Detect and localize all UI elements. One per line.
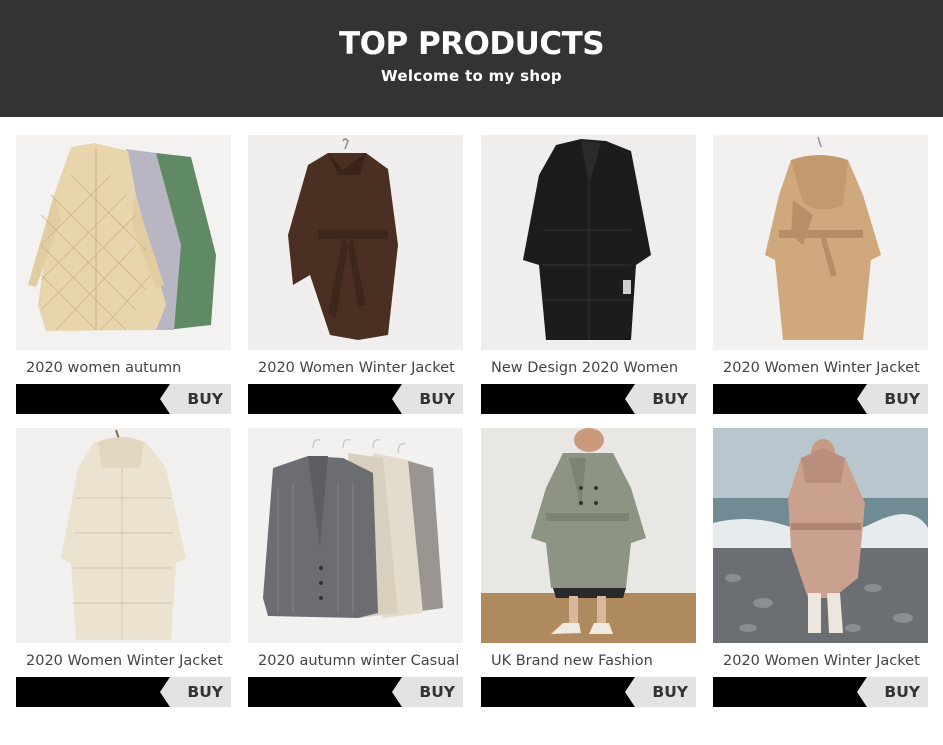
shop-header: TOP PRODUCTS Welcome to my shop [0, 0, 943, 117]
product-name[interactable]: 2020 autumn winter Casual [258, 652, 463, 670]
quilted-coats-image [16, 135, 231, 350]
buy-button[interactable]: BUY [248, 677, 463, 707]
product-card: 2020 Women Winter Jacket BUY [713, 135, 928, 414]
cream-puffer-image [16, 428, 231, 643]
product-image[interactable] [713, 135, 928, 350]
buy-label: BUY [419, 390, 455, 408]
product-image[interactable] [481, 428, 696, 643]
product-image[interactable] [248, 428, 463, 643]
trench-model-image [481, 428, 696, 643]
product-card: 2020 Women Winter Jacket BUY [248, 135, 463, 414]
product-image[interactable] [248, 135, 463, 350]
buy-button[interactable]: BUY [248, 384, 463, 414]
product-name[interactable]: UK Brand new Fashion [491, 652, 696, 670]
black-coat-image [481, 135, 696, 350]
buy-label: BUY [884, 390, 920, 408]
buy-label: BUY [187, 390, 223, 408]
page-title: TOP PRODUCTS [338, 26, 605, 62]
product-card: 2020 Women Winter Jacket BUY [16, 428, 231, 707]
product-image[interactable] [713, 428, 928, 643]
page-subtitle: Welcome to my shop [381, 67, 562, 85]
buy-label: BUY [652, 390, 688, 408]
buy-button[interactable]: BUY [481, 384, 696, 414]
buy-label: BUY [187, 683, 223, 701]
buy-button[interactable]: BUY [16, 677, 231, 707]
product-card: 2020 autumn winter Casual BUY [248, 428, 463, 707]
camel-coat-image [713, 135, 928, 350]
product-image[interactable] [16, 428, 231, 643]
buy-button[interactable]: BUY [713, 677, 928, 707]
product-card: 2020 women autumn BUY [16, 135, 231, 414]
product-name[interactable]: 2020 Women Winter Jacket [26, 652, 231, 670]
product-image[interactable] [16, 135, 231, 350]
product-name[interactable]: New Design 2020 Women [491, 359, 696, 377]
buy-label: BUY [652, 683, 688, 701]
cardigans-image [248, 428, 463, 643]
product-name[interactable]: 2020 women autumn [26, 359, 231, 377]
buy-button[interactable]: BUY [481, 677, 696, 707]
product-card: UK Brand new Fashion BUY [481, 428, 696, 707]
brown-coat-image [248, 135, 463, 350]
buy-label: BUY [884, 683, 920, 701]
product-image[interactable] [481, 135, 696, 350]
product-name[interactable]: 2020 Women Winter Jacket [723, 359, 928, 377]
buy-button[interactable]: BUY [16, 384, 231, 414]
buy-button[interactable]: BUY [713, 384, 928, 414]
product-card: 2020 Women Winter Jacket BUY [713, 428, 928, 707]
product-card: New Design 2020 Women BUY [481, 135, 696, 414]
product-name[interactable]: 2020 Women Winter Jacket [258, 359, 463, 377]
product-name[interactable]: 2020 Women Winter Jacket [723, 652, 928, 670]
buy-label: BUY [419, 683, 455, 701]
beach-model-image [713, 428, 928, 643]
